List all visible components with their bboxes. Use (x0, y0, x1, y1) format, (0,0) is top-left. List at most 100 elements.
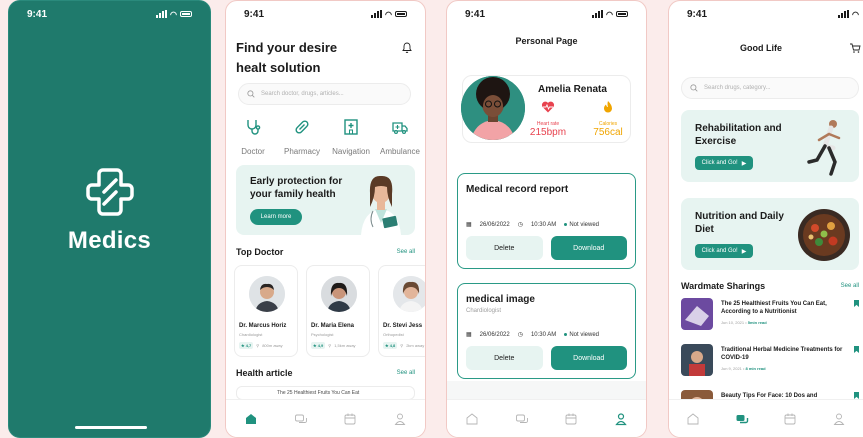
calendar-icon[interactable] (783, 412, 797, 426)
wifi-icon: ◠ (852, 9, 859, 19)
list-item[interactable]: Traditional Herbal Medicine Treatments f… (681, 344, 859, 380)
profile-icon[interactable] (614, 412, 628, 426)
pin-icon: ⚲ (400, 343, 404, 348)
record-title: medical image (466, 294, 535, 305)
chat-icon[interactable] (515, 412, 529, 426)
splash-screen: 9:41 ◠ Medics (8, 0, 211, 438)
play-icon: ▶ (741, 160, 747, 167)
cart-icon[interactable] (849, 42, 861, 54)
doctor-card[interactable]: Dr. Marcus Horiz Chardiologist ★ 4,7 ⚲ 800… (234, 265, 298, 357)
home-screen: 9:41 ◠ Find your desire healt solution S… (225, 0, 426, 438)
search-input[interactable]: Search doctor, drugs, articles... (238, 83, 411, 105)
list-item[interactable]: The 25 Healthiest Fruits You Can Eat, Ac… (681, 298, 859, 334)
rating-badge: ★ 4,8 (383, 342, 398, 349)
bell-icon[interactable] (401, 42, 413, 54)
profile-icon[interactable] (393, 412, 407, 426)
profile-name: Amelia Renata (538, 84, 607, 95)
wifi-icon: ◠ (170, 9, 177, 19)
doctor-distance: 1,5km away (334, 343, 356, 348)
profile-card: Amelia Renata Heart rate 215bpm Calories… (461, 75, 631, 143)
learn-more-button[interactable]: Learn more (250, 209, 302, 225)
category-ambulance[interactable]: Ambulance (377, 113, 423, 156)
see-all-link[interactable]: See all (397, 249, 415, 255)
doctor-specialty: Orthopedist (383, 332, 404, 337)
rating-badge: ★ 4,9 (311, 342, 326, 349)
status-time: 9:41 (244, 8, 265, 20)
profile-icon[interactable] (832, 412, 846, 426)
pin-icon: ⚲ (328, 343, 332, 348)
wifi-icon: ◠ (385, 9, 392, 19)
see-all-link[interactable]: See all (397, 370, 415, 376)
search-icon (690, 84, 698, 92)
download-button[interactable]: Download (550, 346, 627, 370)
record-card: medical image Chardiologist ▦ 26/06/2022 … (457, 283, 636, 379)
goodlife-screen: 9:41 ◠ Good Life Search drugs, category.… (668, 0, 863, 438)
article-title: The 25 Healthiest Fruits You Can Eat, Ac… (721, 301, 827, 315)
doctor-card[interactable]: Dr. Maria Elena Psychologist ★ 4,9 ⚲ 1,5km… (306, 265, 370, 357)
calories-value: 756cal (593, 127, 623, 138)
section-title: Health article (236, 368, 293, 378)
button-label: Click and Go! (701, 160, 738, 166)
record-status: Not viewed (569, 221, 599, 228)
clock-icon: ◷ (517, 222, 523, 228)
health-article-header: Health article See all (236, 368, 415, 378)
search-input[interactable]: Search drugs, category... (681, 77, 859, 99)
calories-stat: Calories 756cal (588, 100, 628, 138)
calendar-icon[interactable] (564, 412, 578, 426)
search-placeholder: Search doctor, drugs, articles... (261, 91, 344, 97)
chat-icon[interactable] (294, 412, 308, 426)
status-bar: 9:41 ◠ (226, 1, 425, 27)
status-icons: ◠ (156, 10, 192, 19)
doctor-card[interactable]: Dr. Stevi Jess Orthopedist ★ 4,8 ⚲ 2km awa… (378, 265, 425, 357)
bookmark-icon[interactable] (854, 392, 859, 399)
record-time: 10:30 AM (530, 331, 557, 338)
article-preview[interactable]: The 25 Healthiest Fruits You Can Eat (236, 386, 415, 400)
bookmark-icon[interactable] (854, 346, 859, 353)
category-label: Doctor (241, 147, 265, 156)
record-status: Not viewed (569, 331, 599, 338)
status-dot (564, 222, 568, 226)
category-navigation[interactable]: Navigation (328, 113, 374, 156)
avatar (321, 276, 357, 312)
battery-icon (180, 11, 192, 17)
read-time: 8 min read (745, 366, 766, 371)
category-doctor[interactable]: Doctor (230, 113, 276, 156)
doctor-cards: Dr. Marcus Horiz Chardiologist ★ 4,7 ⚲ 800… (234, 265, 425, 357)
home-icon[interactable] (686, 412, 700, 426)
see-all-link[interactable]: See all (841, 283, 859, 289)
delete-button[interactable]: Delete (466, 236, 543, 260)
splash-logo: Medics (9, 166, 210, 255)
record-time: 10:30 AM (530, 221, 557, 228)
chat-icon[interactable] (735, 412, 749, 426)
ambulance-icon (386, 113, 414, 141)
signal-icon (371, 10, 383, 18)
page-title: Good Life (740, 43, 782, 53)
record-date: 26/06/2022 (479, 331, 510, 338)
download-button[interactable]: Download (550, 236, 627, 260)
app-name: Medics (67, 227, 152, 254)
status-icons: ◠ (371, 10, 407, 19)
category-pharmacy[interactable]: Pharmacy (279, 113, 325, 156)
rehab-banner: Rehabilitation and Exercise Click and Go… (681, 110, 859, 182)
article-date: Jun 9, 2021 • 8 min read (721, 366, 766, 371)
page-title: Personal Page (515, 36, 578, 46)
click-and-go-button[interactable]: Click and Go! ▶ (695, 244, 753, 258)
medical-cross-icon (85, 168, 134, 216)
battery-icon (616, 11, 628, 17)
top-doctor-header: Top Doctor See all (236, 247, 415, 257)
doctor-distance: 2km away (406, 343, 425, 348)
banner-title: Nutrition and Daily Diet (695, 211, 784, 235)
bookmark-icon[interactable] (854, 300, 859, 307)
rating-badge: ★ 4,7 (239, 342, 254, 349)
doctor-specialty: Chardiologist (239, 332, 263, 337)
stethoscope-icon (239, 113, 267, 141)
category-label: Pharmacy (283, 147, 320, 156)
click-and-go-button[interactable]: Click and Go! ▶ (695, 156, 753, 170)
home-icon[interactable] (244, 412, 258, 426)
button-label: Click and Go! (701, 248, 738, 254)
calendar-icon[interactable] (343, 412, 357, 426)
doctor-meta: ★ 4,9 ⚲ 1,5km away (311, 342, 356, 349)
home-icon[interactable] (465, 412, 479, 426)
delete-button[interactable]: Delete (466, 346, 543, 370)
category-label: Navigation (332, 147, 370, 156)
